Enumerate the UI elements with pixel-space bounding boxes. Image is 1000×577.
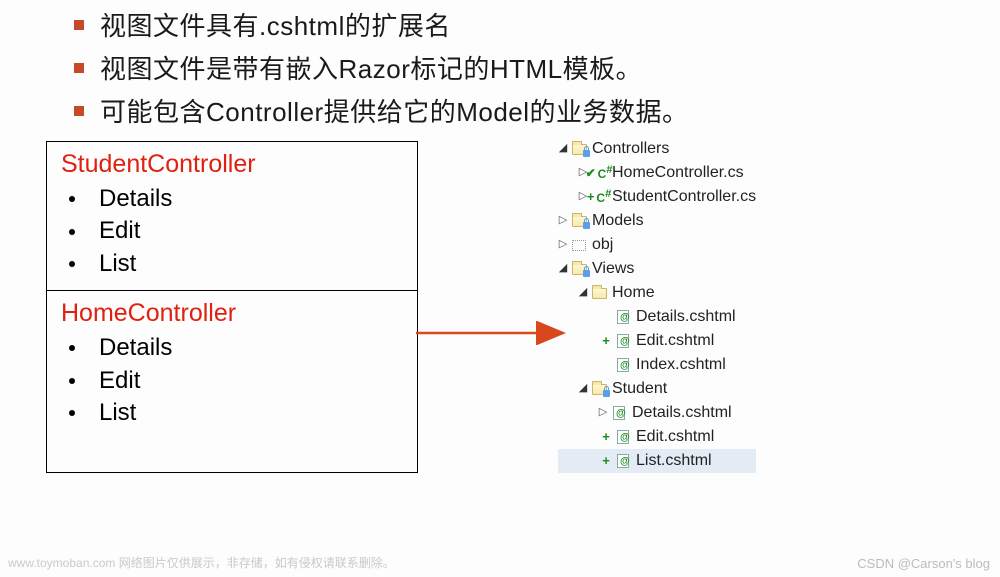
- tree-label: Details.cshtml: [632, 401, 732, 426]
- watermark-right: CSDN @Carson's blog: [857, 556, 990, 571]
- tree-folder-models[interactable]: ▷ Models: [558, 209, 756, 233]
- tree-label: Student: [612, 377, 667, 402]
- tree-label: Views: [592, 257, 634, 282]
- plus-icon: +: [600, 451, 612, 471]
- folder-icon: [570, 264, 588, 275]
- action-label: Details: [99, 332, 172, 364]
- cshtml-file-icon: [614, 310, 632, 324]
- tree-label: Edit.cshtml: [636, 425, 714, 450]
- dot-icon: [69, 229, 75, 235]
- tree-label: Models: [592, 209, 644, 234]
- dot-icon: [69, 261, 75, 267]
- tree-label: Controllers: [592, 137, 669, 162]
- dot-icon: [69, 345, 75, 351]
- arrow-wrap: [418, 141, 568, 473]
- tree-label: HomeController.cs: [612, 161, 744, 186]
- lock-icon: [583, 150, 590, 157]
- tree-folder-student[interactable]: ◢ Student: [558, 377, 756, 401]
- action-label: Edit: [99, 215, 140, 247]
- action-label: List: [99, 248, 136, 280]
- tree-label: obj: [592, 233, 613, 258]
- plus-icon: +: [600, 331, 612, 351]
- tree-file-studentcontroller[interactable]: ▷ +C# StudentController.cs: [558, 185, 756, 209]
- controller-action: List: [61, 248, 403, 280]
- cshtml-file-icon: [614, 430, 632, 444]
- cshtml-file-icon: [614, 454, 632, 468]
- bullet-text: 可能包含Controller提供给它的Model的业务数据。: [100, 92, 689, 129]
- expand-icon[interactable]: ◢: [578, 284, 588, 301]
- tree-file-cshtml[interactable]: Index.cshtml: [558, 353, 756, 377]
- controller-action: Details: [61, 332, 403, 364]
- arrow-icon: [416, 321, 576, 345]
- action-label: List: [99, 397, 136, 429]
- tree-label: StudentController.cs: [612, 185, 756, 210]
- tree-label: Details.cshtml: [636, 305, 736, 330]
- tree-file-cshtml[interactable]: + Edit.cshtml: [558, 425, 756, 449]
- solution-tree: ◢ Controllers ▷ ✔C# HomeController.cs ▷ …: [558, 137, 756, 473]
- csharp-file-icon: +C#: [590, 186, 608, 208]
- tree-folder-home[interactable]: ◢ Home: [558, 281, 756, 305]
- tree-label: Home: [612, 281, 655, 306]
- bullet-item: 视图文件具有.cshtml的扩展名: [74, 6, 1000, 43]
- bullet-square-icon: [74, 20, 84, 30]
- tree-folder-controllers[interactable]: ◢ Controllers: [558, 137, 756, 161]
- lower-section: StudentController Details Edit List Home…: [0, 141, 1000, 473]
- folder-icon: [590, 384, 608, 395]
- csharp-file-icon: ✔C#: [590, 162, 608, 184]
- expand-icon[interactable]: ▷: [598, 404, 608, 421]
- dot-icon: [69, 196, 75, 202]
- tree-label: List.cshtml: [636, 449, 712, 474]
- folder-dashed-icon: [570, 240, 588, 251]
- action-label: Edit: [99, 365, 140, 397]
- cshtml-file-icon: [614, 334, 632, 348]
- action-label: Details: [99, 183, 172, 215]
- controller-boxes: StudentController Details Edit List Home…: [46, 141, 418, 473]
- bullet-square-icon: [74, 63, 84, 73]
- controller-action: Edit: [61, 365, 403, 397]
- controller-title: StudentController: [61, 150, 403, 179]
- folder-icon: [570, 216, 588, 227]
- plus-icon: +: [600, 427, 612, 447]
- dot-icon: [69, 378, 75, 384]
- tree-file-homecontroller[interactable]: ▷ ✔C# HomeController.cs: [558, 161, 756, 185]
- tree-file-cshtml[interactable]: ▷ Details.cshtml: [558, 401, 756, 425]
- bullet-square-icon: [74, 106, 84, 116]
- expand-icon[interactable]: ◢: [578, 380, 588, 397]
- controller-action: Edit: [61, 215, 403, 247]
- tree-folder-obj[interactable]: ▷ obj: [558, 233, 756, 257]
- dot-icon: [69, 410, 75, 416]
- cshtml-file-icon: [610, 406, 628, 420]
- controller-title: HomeController: [61, 299, 403, 328]
- controller-box-student: StudentController Details Edit List: [47, 142, 417, 291]
- folder-icon: [590, 288, 608, 299]
- lock-icon: [583, 270, 590, 277]
- folder-icon: [570, 144, 588, 155]
- tree-folder-views[interactable]: ◢ Views: [558, 257, 756, 281]
- bullet-list: 视图文件具有.cshtml的扩展名 视图文件是带有嵌入Razor标记的HTML模…: [0, 0, 1000, 129]
- tree-label: Edit.cshtml: [636, 329, 714, 354]
- bullet-item: 视图文件是带有嵌入Razor标记的HTML模板。: [74, 49, 1000, 86]
- tree-file-cshtml[interactable]: Details.cshtml: [558, 305, 756, 329]
- lock-icon: [583, 222, 590, 229]
- controller-action: List: [61, 397, 403, 429]
- tree-file-cshtml-selected[interactable]: + List.cshtml: [558, 449, 756, 473]
- bullet-text: 视图文件具有.cshtml的扩展名: [100, 6, 451, 43]
- controller-box-home: HomeController Details Edit List: [47, 291, 417, 439]
- tree-label: Index.cshtml: [636, 353, 726, 378]
- bullet-text: 视图文件是带有嵌入Razor标记的HTML模板。: [100, 49, 642, 86]
- controller-action: Details: [61, 183, 403, 215]
- bullet-item: 可能包含Controller提供给它的Model的业务数据。: [74, 92, 1000, 129]
- lock-icon: [603, 390, 610, 397]
- watermark-left: www.toymoban.com 网络图片仅供展示，非存储，如有侵权请联系删除。: [8, 554, 395, 571]
- cshtml-file-icon: [614, 358, 632, 372]
- tree-file-cshtml[interactable]: + Edit.cshtml: [558, 329, 756, 353]
